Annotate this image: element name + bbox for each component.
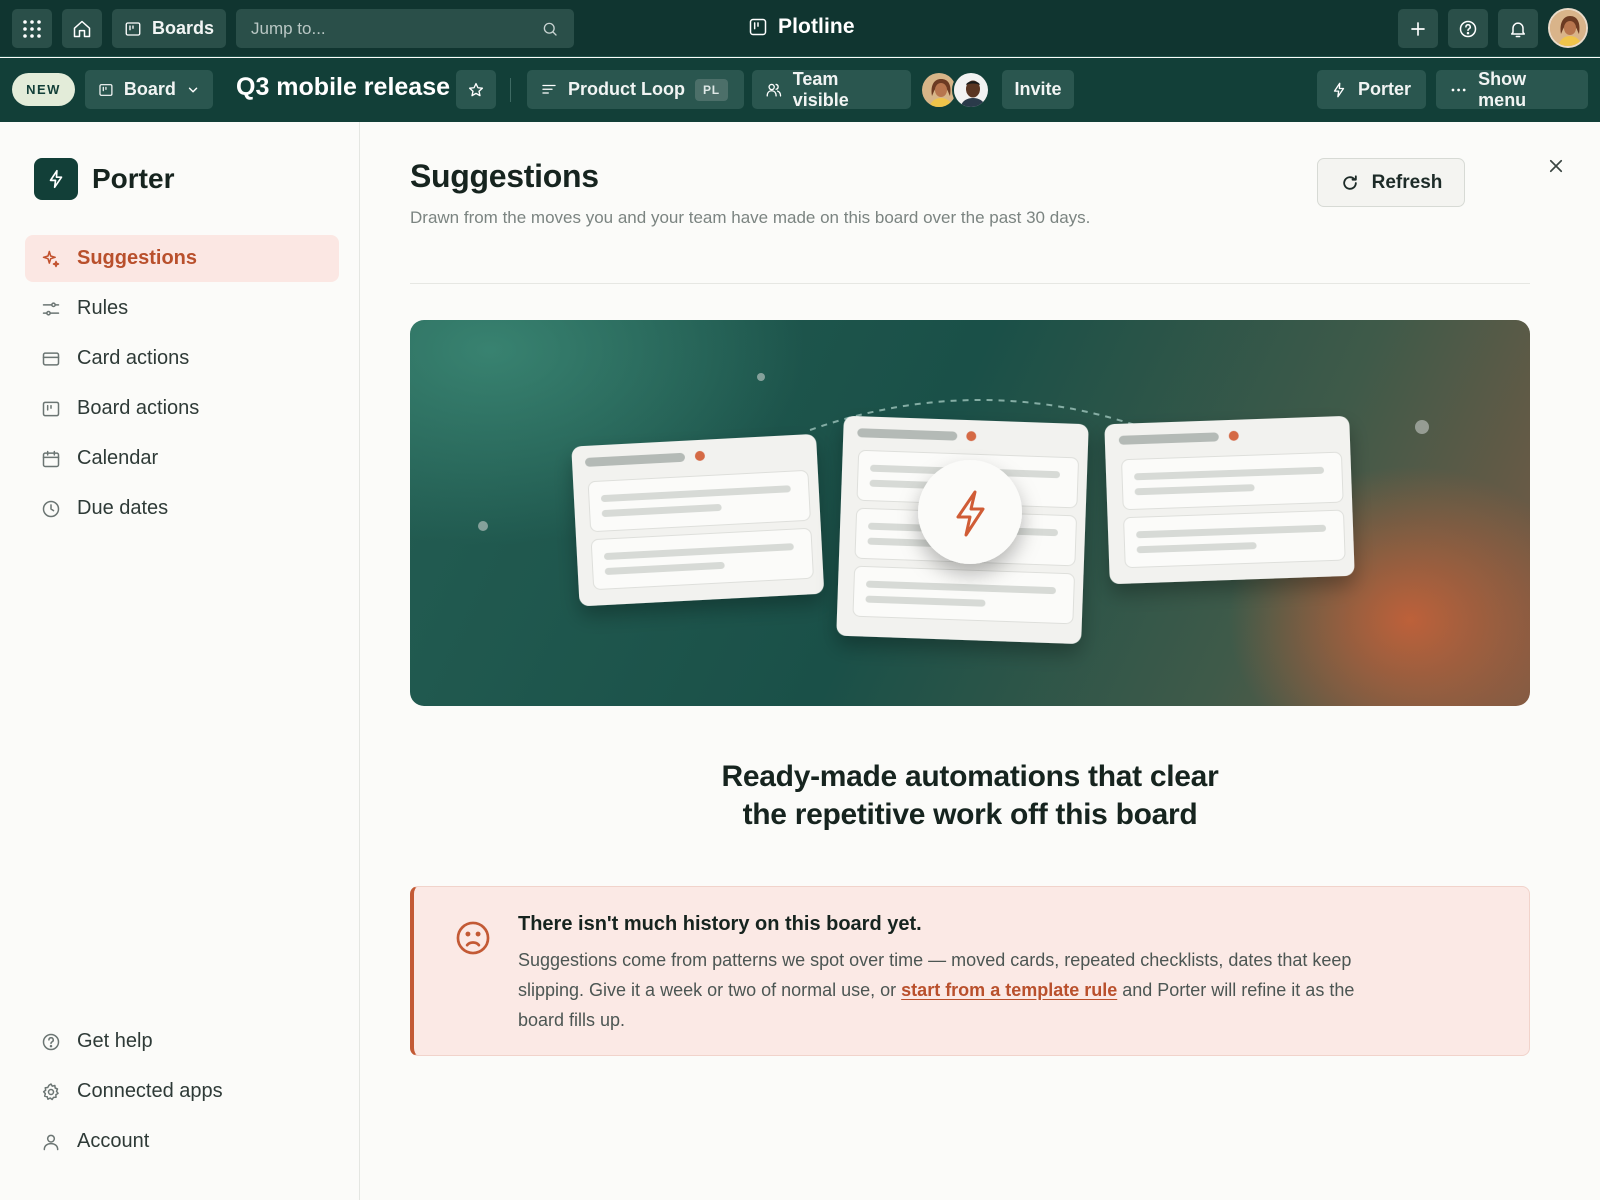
sidebar-item-calendar[interactable]: Calendar <box>25 435 339 482</box>
board-title[interactable]: Q3 mobile release <box>236 73 450 102</box>
sidebar-brand: Porter <box>34 158 174 200</box>
home-icon <box>73 20 91 37</box>
new-badge: NEW <box>12 73 75 106</box>
sparkle-icon <box>42 250 60 267</box>
more-icon <box>1451 88 1466 91</box>
hero-illustration <box>410 320 1530 706</box>
app-switcher-button[interactable] <box>12 9 52 48</box>
sidebar-item-card-actions[interactable]: Card actions <box>25 335 339 382</box>
sidebar-item-rules[interactable]: Rules <box>25 285 339 332</box>
avatar-portrait-icon <box>954 73 988 107</box>
app-name: Plotline <box>778 15 855 38</box>
automation-cards-illustration <box>478 373 1429 644</box>
notifications-button[interactable] <box>1498 9 1538 48</box>
sidebar-brand-name: Porter <box>92 163 175 194</box>
sidebar-item-label: Due dates <box>77 497 169 519</box>
view-label: Board <box>123 79 176 99</box>
workspace-button[interactable]: Product Loop PL <box>527 70 744 109</box>
page-title: Suggestions <box>410 158 599 194</box>
sidebar-item-account[interactable]: Account <box>25 1118 339 1165</box>
avatar-portrait-icon <box>1550 10 1586 46</box>
home-button[interactable] <box>62 9 102 48</box>
view-switcher-button[interactable]: Board <box>85 70 213 109</box>
sidebar-item-label: Rules <box>77 297 129 319</box>
show-menu-label: Show menu <box>1478 68 1527 110</box>
workspace-name: Product Loop <box>568 79 685 99</box>
invite-label: Invite <box>1014 79 1062 99</box>
plotline-logo-icon <box>749 18 767 36</box>
feature-tagline: Ready-made automations that clear the re… <box>410 758 1530 834</box>
person-icon <box>43 1134 59 1150</box>
jump-search-input[interactable]: Jump to... <box>236 9 574 48</box>
gear-icon <box>42 1082 59 1100</box>
help-button[interactable] <box>1448 9 1488 48</box>
page-subtitle: Drawn from the moves you and your team h… <box>410 208 1091 227</box>
board-icon <box>99 83 113 96</box>
sidebar-item-label: Card actions <box>77 347 190 369</box>
sad-face-icon <box>454 919 492 957</box>
list-icon <box>542 84 556 94</box>
app-brand[interactable]: Plotline <box>748 15 855 39</box>
board-header-bar: NEW Board Q3 mobile release Product Loop… <box>0 58 1600 122</box>
visibility-button[interactable]: Team visible <box>752 68 911 110</box>
sidebar-item-due-dates[interactable]: Due dates <box>25 485 339 532</box>
sidebar-item-label: Account <box>77 1130 150 1152</box>
tagline-line: the repetitive work off this board <box>742 798 1198 831</box>
sidebar-item-suggestions[interactable]: Suggestions <box>25 235 339 282</box>
sidebar-item-label: Calendar <box>77 447 159 469</box>
card-icon <box>42 351 60 366</box>
porter-logo <box>34 158 78 200</box>
template-rule-link[interactable]: start from a template rule <box>901 980 1117 1000</box>
tagline-line: Ready-made automations that clear <box>721 760 1219 793</box>
boards-button[interactable]: Boards <box>112 9 226 48</box>
star-icon <box>468 82 484 96</box>
sidebar-item-board-actions[interactable]: Board actions <box>25 385 339 432</box>
lightning-icon <box>1333 82 1345 97</box>
help-icon <box>1459 20 1477 37</box>
create-button[interactable] <box>1398 9 1438 48</box>
visibility-label: Team visible <box>792 68 849 110</box>
plus-icon <box>1411 21 1425 36</box>
empty-history-alert: There isn't much history on this board y… <box>410 886 1530 1056</box>
search-icon <box>543 22 557 36</box>
close-panel-button[interactable] <box>1542 152 1570 180</box>
top-bar: Boards Jump to... Plotline <box>0 0 1600 57</box>
grid-icon <box>23 19 41 38</box>
board-icon <box>42 401 60 416</box>
boards-label: Boards <box>151 18 214 38</box>
sidebar-item-connected-apps[interactable]: Connected apps <box>25 1068 339 1115</box>
sidebar-item-label: Suggestions <box>77 247 198 269</box>
member-avatar[interactable] <box>952 71 990 109</box>
clock-icon <box>42 500 60 517</box>
calendar-icon <box>42 450 60 467</box>
workspace-badge: PL <box>694 78 728 101</box>
star-board-button[interactable] <box>456 70 496 109</box>
refresh-label: Refresh <box>1371 171 1443 193</box>
sidebar-item-label: Connected apps <box>77 1080 223 1102</box>
search-placeholder: Jump to... <box>251 18 326 38</box>
sidebar-item-label: Board actions <box>77 397 200 419</box>
alert-body: Suggestions come from patterns we spot o… <box>518 945 1398 1035</box>
bell-icon <box>1511 21 1525 37</box>
toolbar-divider <box>510 78 511 102</box>
sidebar-item-get-help[interactable]: Get help <box>25 1018 339 1065</box>
refresh-button[interactable]: Refresh <box>1317 158 1465 207</box>
porter-label: Porter <box>1358 79 1412 99</box>
show-menu-button[interactable]: Show menu <box>1436 68 1588 110</box>
porter-sidebar: Porter Suggestions Rules Card actions Bo… <box>0 122 360 1200</box>
header-divider <box>410 283 1530 284</box>
porter-button[interactable]: Porter <box>1317 70 1426 109</box>
help-icon <box>42 1033 60 1050</box>
user-avatar[interactable] <box>1548 8 1588 48</box>
sliders-icon <box>42 301 60 316</box>
board-icon <box>125 21 141 36</box>
team-icon <box>766 83 782 97</box>
close-icon <box>1549 159 1563 173</box>
alert-title: There isn't much history on this board y… <box>518 913 922 935</box>
refresh-icon <box>1342 174 1357 190</box>
lightning-icon <box>49 169 63 189</box>
chevron-down-icon <box>188 87 198 92</box>
sidebar-item-label: Get help <box>77 1030 153 1052</box>
invite-button[interactable]: Invite <box>1002 70 1074 109</box>
